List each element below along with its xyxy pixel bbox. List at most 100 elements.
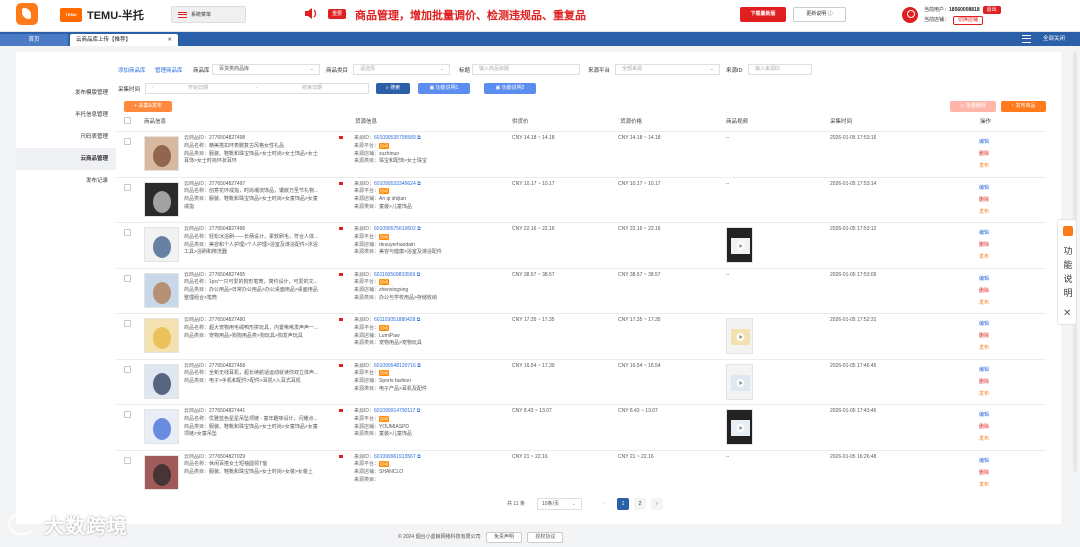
row-checkbox[interactable] xyxy=(124,229,131,236)
delete-button[interactable]: 删除 xyxy=(979,421,989,433)
download-latest-button[interactable]: 下载最新版 xyxy=(740,7,786,22)
row-checkbox[interactable] xyxy=(124,411,131,418)
product-video-thumbnail[interactable] xyxy=(726,409,753,445)
page-2-button[interactable]: 2 xyxy=(634,498,646,510)
source-id-link[interactable]: 601099914790117 xyxy=(374,408,415,414)
delete-button[interactable]: 删除 xyxy=(979,239,989,251)
delete-button[interactable]: 删除 xyxy=(979,330,989,342)
notice-text[interactable]: 商品管理，增加批量调价、检测违规品、重复品 xyxy=(355,7,586,23)
source-id-link[interactable]: 601100569833569 xyxy=(374,272,415,278)
source-id-link[interactable]: 601099533349624 xyxy=(374,181,416,187)
title-input[interactable]: 输入商品标题 xyxy=(472,64,580,75)
copy-icon[interactable]: ⧉ xyxy=(417,272,421,278)
copy-icon[interactable]: ⧉ xyxy=(417,363,421,369)
publish-products-button[interactable]: ↑ 发布商品 xyxy=(1001,101,1046,112)
date-range-picker[interactable]: ▫ 开始日期 - 结束日期 xyxy=(145,83,369,94)
edit-button[interactable]: 编辑 xyxy=(979,182,989,194)
page-1-button[interactable]: 1 xyxy=(617,498,629,510)
copy-icon[interactable]: ⧉ xyxy=(417,135,421,141)
next-page-icon[interactable]: › xyxy=(651,498,663,510)
copy-icon[interactable]: ⧉ xyxy=(417,317,421,323)
source-id-input[interactable]: 输入来源ID xyxy=(748,64,812,75)
close-icon[interactable]: ✕ xyxy=(1063,309,1071,319)
help2-button[interactable]: ▣ 功能说明2 xyxy=(484,83,536,94)
product-video-thumbnail[interactable] xyxy=(726,318,753,354)
delete-button[interactable]: 删除 xyxy=(979,194,989,206)
row-checkbox[interactable] xyxy=(124,365,131,373)
publish-button[interactable]: 发布 xyxy=(979,160,989,172)
sidebar-item-cloud-products[interactable]: 云商品管理 xyxy=(16,148,116,170)
product-thumbnail[interactable] xyxy=(144,272,179,308)
logout-button[interactable]: 退出 xyxy=(982,6,1001,14)
product-thumbnail[interactable] xyxy=(144,227,179,262)
product-thumbnail[interactable] xyxy=(144,409,179,444)
product-video-thumbnail[interactable] xyxy=(726,363,753,400)
product-thumbnail[interactable] xyxy=(144,136,179,171)
edit-button[interactable]: 编辑 xyxy=(979,364,989,376)
add-product-lib-link[interactable]: 添加商品库 xyxy=(118,66,146,74)
sidebar-item-size-chart[interactable]: 尺码表管理 xyxy=(16,126,116,148)
row-checkbox[interactable] xyxy=(124,183,131,191)
disclaimer-button[interactable]: 免责声明 xyxy=(485,532,522,543)
category-select[interactable]: 请选择 ⌄ xyxy=(353,64,450,75)
collect-publish-button[interactable]: + 采集&发布 xyxy=(124,101,172,112)
source-id-link[interactable]: 601099548120716 xyxy=(374,363,416,369)
system-menu-button[interactable]: 系统菜单 xyxy=(171,6,246,23)
row-checkbox[interactable] xyxy=(124,138,131,145)
copy-icon[interactable]: ⧉ xyxy=(417,181,421,187)
page-size-select[interactable]: 10条/页 ⌄ xyxy=(537,498,582,510)
product-thumbnail[interactable] xyxy=(144,318,179,353)
tab-cloud-upload[interactable]: 云商品库上传【推荐】 ✕ xyxy=(70,34,178,46)
source-id-link[interactable]: 601099575610602 xyxy=(374,226,416,232)
publish-button[interactable]: 发布 xyxy=(979,206,989,218)
prev-page-icon[interactable]: ‹ xyxy=(599,498,609,510)
source-id-link[interactable]: 601099961913567 xyxy=(374,454,416,460)
copy-icon[interactable]: ⧉ xyxy=(417,226,421,232)
manage-product-lib-link[interactable]: 管理商品库 xyxy=(155,66,183,74)
copy-icon[interactable]: ⧉ xyxy=(417,454,421,460)
select-all-checkbox[interactable] xyxy=(124,117,131,124)
publish-button[interactable]: 发布 xyxy=(979,251,989,263)
delete-button[interactable]: 删除 xyxy=(979,285,989,297)
close-tab-icon[interactable]: ✕ xyxy=(167,34,172,46)
edit-button[interactable]: 编辑 xyxy=(979,318,989,330)
publish-button[interactable]: 发布 xyxy=(979,297,989,309)
search-button[interactable]: ⌕ 搜索 xyxy=(376,83,410,94)
row-checkbox[interactable] xyxy=(124,456,131,464)
update-notes-button[interactable]: 更新说明 ⓘ xyxy=(793,7,846,22)
delete-button[interactable]: 删除 xyxy=(979,376,989,388)
product-thumbnail[interactable] xyxy=(144,454,179,490)
row-checkbox[interactable] xyxy=(124,320,131,327)
edit-button[interactable]: 编辑 xyxy=(979,409,989,421)
product-thumbnail[interactable] xyxy=(144,181,179,217)
product-lib-select[interactable]: 百货类商品库 ⌄ xyxy=(212,64,320,75)
tab-home[interactable]: 首页 xyxy=(0,34,68,46)
source-platform-select[interactable]: 全部来源 ⌄ xyxy=(615,64,720,75)
switch-store-button[interactable]: 切换店铺 xyxy=(953,16,984,25)
user-avatar-icon[interactable] xyxy=(902,7,918,23)
edit-button[interactable]: 编辑 xyxy=(979,227,989,239)
edit-button[interactable]: 编辑 xyxy=(979,136,989,148)
edit-button[interactable]: 编辑 xyxy=(979,455,989,467)
help1-button[interactable]: ▣ 功能说明1 xyxy=(418,83,470,94)
delete-button[interactable]: 删除 xyxy=(979,148,989,160)
edit-button[interactable]: 编辑 xyxy=(979,273,989,285)
list-icon[interactable] xyxy=(1022,35,1031,43)
source-id-link[interactable]: 601099535795589 xyxy=(374,135,416,141)
source-id-link[interactable]: 601103051880428 xyxy=(374,317,415,323)
publish-button[interactable]: 发布 xyxy=(979,479,989,491)
publish-button[interactable]: 发布 xyxy=(979,342,989,354)
sidebar-item-halfhost[interactable]: 半托信息管理 xyxy=(16,104,116,126)
copy-icon[interactable]: ⧉ xyxy=(417,408,421,414)
product-video-thumbnail[interactable] xyxy=(726,227,753,263)
float-help-text[interactable]: 功能说明 xyxy=(1062,244,1074,300)
row-checkbox[interactable] xyxy=(124,274,131,282)
product-thumbnail[interactable] xyxy=(144,363,179,399)
batch-delete-button[interactable]: ▭ 批量删除 xyxy=(950,101,996,112)
sidebar-item-publish-log[interactable]: 发布记录 xyxy=(16,170,116,192)
license-button[interactable]: 授权协议 xyxy=(527,532,564,543)
floating-help-panel[interactable]: 功能说明 ✕ xyxy=(1057,219,1077,325)
publish-button[interactable]: 发布 xyxy=(979,433,989,445)
delete-button[interactable]: 删除 xyxy=(979,467,989,479)
publish-button[interactable]: 发布 xyxy=(979,388,989,400)
